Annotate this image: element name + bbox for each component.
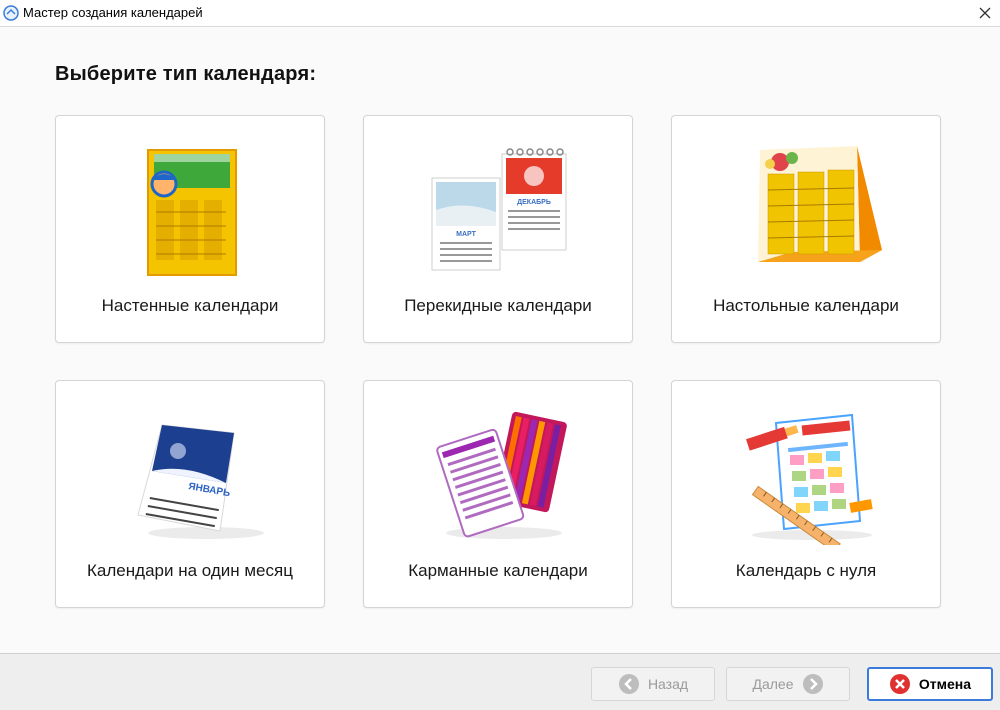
- flip-month-right: ДЕКАБРЬ: [517, 199, 551, 206]
- card-wall-calendars[interactable]: Настенные календари: [55, 115, 325, 343]
- one-month-calendar-icon: ЯНВАРЬ: [137, 424, 264, 539]
- close-button[interactable]: [970, 0, 1000, 26]
- arrow-right-icon: [802, 674, 823, 694]
- card-desk-calendars[interactable]: Настольные календари: [671, 115, 941, 343]
- blank-calendar-icon: [746, 413, 873, 545]
- back-label: Назад: [647, 676, 689, 692]
- card-blank-calendar[interactable]: Календарь с нуля: [671, 380, 941, 608]
- card-flip-calendars[interactable]: МАРТ ДЕКАБРЬ Перекидные календари: [363, 115, 633, 343]
- cancel-icon: [889, 674, 910, 694]
- arrow-left-icon: [618, 674, 639, 694]
- window-title: Мастер создания календарей: [23, 5, 203, 20]
- back-button[interactable]: Назад: [591, 667, 715, 701]
- next-button[interactable]: Далее: [726, 667, 850, 701]
- next-label: Далее: [752, 676, 794, 692]
- page-title: Выберите тип календаря:: [55, 63, 317, 85]
- card-label: Настенные календари: [101, 296, 279, 315]
- card-label: Карманные календари: [408, 561, 588, 580]
- title-bar: Мастер создания календарей: [0, 0, 1000, 27]
- card-one-month-calendars[interactable]: ЯНВАРЬ Календари на один месяц: [55, 380, 325, 608]
- cancel-button[interactable]: Отмена: [867, 667, 993, 701]
- flip-month-left: МАРТ: [456, 231, 476, 238]
- wizard-footer: Назад Далее Отмена: [0, 653, 1000, 710]
- card-pocket-calendars[interactable]: Карманные календари: [363, 380, 633, 608]
- close-icon: [979, 7, 991, 19]
- card-label: Перекидные календари: [404, 296, 592, 315]
- card-label: Календарь с нуля: [735, 561, 877, 580]
- wizard-content: Выберите тип календаря: Настенные календ…: [0, 27, 1000, 653]
- pocket-calendar-icon: [436, 411, 567, 539]
- wall-calendar-icon: [147, 149, 237, 276]
- card-label: Календари на один месяц: [87, 561, 293, 580]
- desk-calendar-icon: [758, 146, 882, 262]
- cancel-label: Отмена: [918, 676, 972, 692]
- app-globe-icon: [3, 5, 19, 21]
- card-label: Настольные календари: [713, 296, 899, 315]
- flip-calendar-icon: МАРТ ДЕКАБРЬ: [431, 148, 567, 271]
